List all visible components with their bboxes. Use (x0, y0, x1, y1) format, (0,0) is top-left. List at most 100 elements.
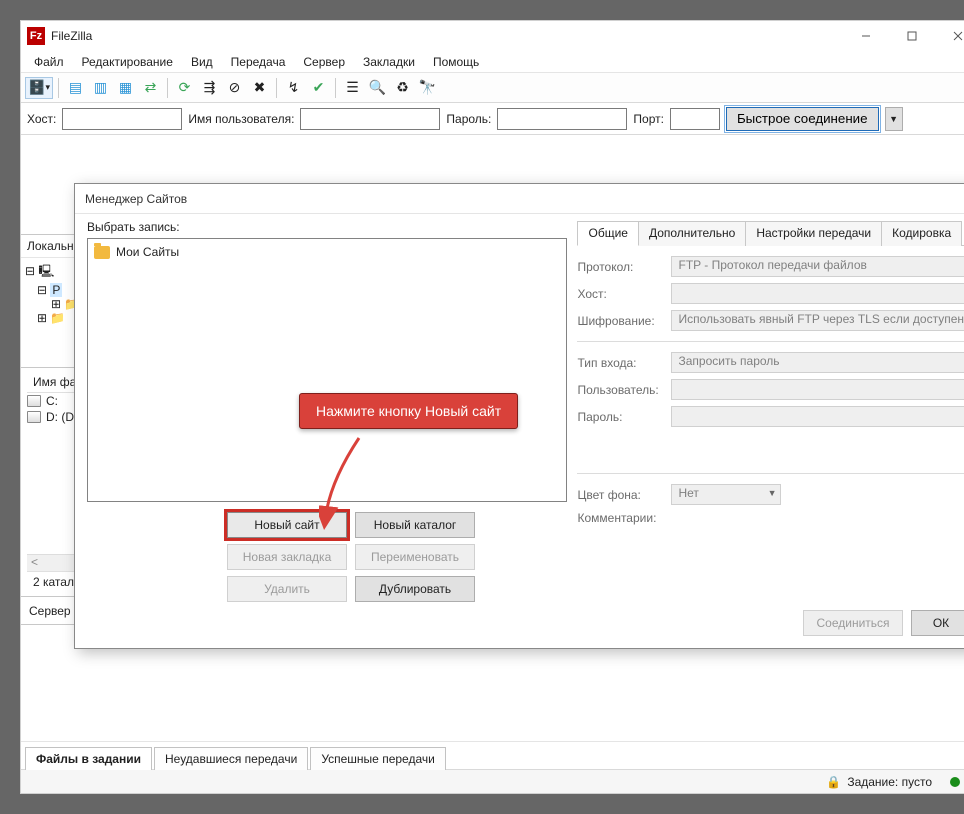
qc-history-dropdown[interactable]: ▼ (885, 107, 903, 131)
reconnect-icon: ↯ (288, 79, 300, 96)
general-form: Протокол: FTP - Протокол передачи файлов… (577, 246, 964, 601)
toolbar-separator (276, 78, 277, 98)
chevron-down-icon: ▼ (768, 488, 777, 498)
chevron-down-icon: ▼ (889, 114, 898, 124)
toolbar-site-manager-button[interactable]: 🗄️▾ (25, 77, 53, 99)
toolbar-search-button[interactable]: 🔭 (416, 77, 439, 99)
site-tree-root-label: Мои Сайты (116, 245, 179, 259)
qc-user-input[interactable] (300, 108, 440, 130)
queue-tab-files[interactable]: Файлы в задании (25, 747, 152, 770)
toolbar-toggle-remote-tree-button[interactable]: ▦ (114, 77, 137, 99)
maximize-icon (907, 31, 917, 41)
close-icon (953, 31, 963, 41)
duplicate-button[interactable]: Дублировать (355, 576, 475, 602)
window-controls (843, 22, 964, 50)
toolbar-sync-browse-button[interactable]: 🔍 (366, 77, 389, 99)
user-input[interactable] (671, 379, 964, 400)
site-buttons-grid: Новый сайт Новый каталог Новая закладка … (227, 512, 567, 602)
menu-bookmarks[interactable]: Закладки (355, 53, 423, 71)
toolbar-compare-button[interactable]: ☰ (341, 77, 364, 99)
host-label: Хост: (577, 287, 663, 301)
qc-pass-input[interactable] (497, 108, 627, 130)
status-leds (950, 777, 964, 787)
server-label: Сервер (29, 604, 71, 618)
toolbar-disconnect-button[interactable]: ✖ (248, 77, 271, 99)
dialog-tabs: Общие Дополнительно Настройки передачи К… (577, 220, 964, 246)
protocol-select[interactable]: FTP - Протокол передачи файлов (671, 256, 964, 277)
logon-type-label: Тип входа: (577, 356, 663, 370)
host-input[interactable] (671, 283, 964, 304)
queue-status-label: Задание: пусто (847, 775, 932, 789)
statusbar: 🔒 Задание: пусто (21, 769, 964, 793)
menu-file[interactable]: Файл (26, 53, 72, 71)
toolbar-autoscroll-button[interactable]: ♻ (391, 77, 414, 99)
tab-charset[interactable]: Кодировка (881, 221, 962, 246)
toolbar-toggle-queue-button[interactable]: ⇄ (139, 77, 162, 99)
form-separator (577, 341, 964, 342)
led-send-icon (950, 777, 960, 787)
menu-view[interactable]: Вид (183, 53, 221, 71)
dialog-right-pane: Общие Дополнительно Настройки передачи К… (577, 220, 964, 602)
titlebar: Fz FileZilla (21, 21, 964, 51)
qc-user-label: Имя пользователя: (188, 112, 294, 126)
tree-node-selected[interactable]: Р (50, 283, 62, 297)
queue-tab-success[interactable]: Успешные передачи (310, 747, 446, 770)
toolbar-reconnect-button[interactable]: ↯ (282, 77, 305, 99)
minimize-button[interactable] (843, 22, 889, 50)
queue-tab-failed[interactable]: Неудавшиеся передачи (154, 747, 308, 770)
pass-input[interactable] (671, 406, 964, 427)
bgcolor-select[interactable]: Нет ▼ (671, 484, 781, 505)
tab-general[interactable]: Общие (577, 221, 638, 246)
logon-type-select[interactable]: Запросить пароль (671, 352, 964, 373)
close-button[interactable] (935, 22, 964, 50)
select-entry-label: Выбрать запись: (87, 220, 567, 238)
queue-icon: ⇄ (145, 79, 157, 96)
filter-icon: ✔ (313, 79, 325, 96)
qc-host-input[interactable] (62, 108, 182, 130)
drive-icon (27, 395, 41, 407)
qc-connect-button[interactable]: Быстрое соединение (726, 107, 879, 131)
tab-transfer[interactable]: Настройки передачи (745, 221, 882, 246)
menu-server[interactable]: Сервер (295, 53, 353, 71)
toolbar-process-queue-button[interactable]: ⇶ (198, 77, 221, 99)
ok-button[interactable]: ОК (911, 610, 964, 636)
rename-button: Переименовать (355, 544, 475, 570)
maximize-button[interactable] (889, 22, 935, 50)
comments-textarea[interactable] (577, 531, 964, 601)
encryption-label: Шифрование: (577, 314, 663, 328)
refresh-icon: ⟳ (179, 79, 191, 96)
menu-help[interactable]: Помощь (425, 53, 487, 71)
annotation-arrow-icon (319, 433, 379, 533)
bgcolor-label: Цвет фона: (577, 488, 663, 502)
folder-icon (94, 246, 110, 259)
tree-icon: ▦ (119, 79, 132, 96)
queue-tabs: Файлы в задании Неудавшиеся передачи Усп… (21, 741, 964, 769)
app-window: Fz FileZilla Файл Редактирование Вид Пер… (20, 20, 964, 794)
toolbar-filter-button[interactable]: ✔ (307, 77, 330, 99)
site-manager-dialog: Менеджер Сайтов Выбрать запись: Мои Сайт… (74, 183, 964, 649)
connect-button: Соединиться (803, 610, 903, 636)
toolbar-toggle-local-tree-button[interactable]: ▥ (89, 77, 112, 99)
menu-transfer[interactable]: Передача (223, 53, 294, 71)
qc-pass-label: Пароль: (446, 112, 491, 126)
tab-advanced[interactable]: Дополнительно (638, 221, 746, 246)
sync-icon: 🔍 (369, 79, 386, 96)
server-icon: 🗄️ (28, 79, 45, 96)
qc-port-input[interactable] (670, 108, 720, 130)
menu-edit[interactable]: Редактирование (74, 53, 181, 71)
queue-icon: 🔒 (826, 775, 841, 789)
toolbar-separator (335, 78, 336, 98)
cancel-icon: ⊘ (229, 79, 241, 96)
toolbar-cancel-button[interactable]: ⊘ (223, 77, 246, 99)
compare-icon: ☰ (346, 79, 359, 96)
menubar: Файл Редактирование Вид Передача Сервер … (21, 51, 964, 73)
minimize-icon (861, 31, 871, 41)
user-label: Пользователь: (577, 383, 663, 397)
site-tree-root[interactable]: Мои Сайты (94, 245, 560, 259)
dialog-title: Менеджер Сайтов (75, 184, 964, 214)
disconnect-icon: ✖ (254, 79, 266, 96)
toolbar-refresh-button[interactable]: ⟳ (173, 77, 196, 99)
encryption-select[interactable]: Использовать явный FTP через TLS если до… (671, 310, 964, 331)
toolbar-toggle-log-button[interactable]: ▤ (64, 77, 87, 99)
tutorial-annotation: Нажмите кнопку Новый сайт (299, 393, 518, 429)
